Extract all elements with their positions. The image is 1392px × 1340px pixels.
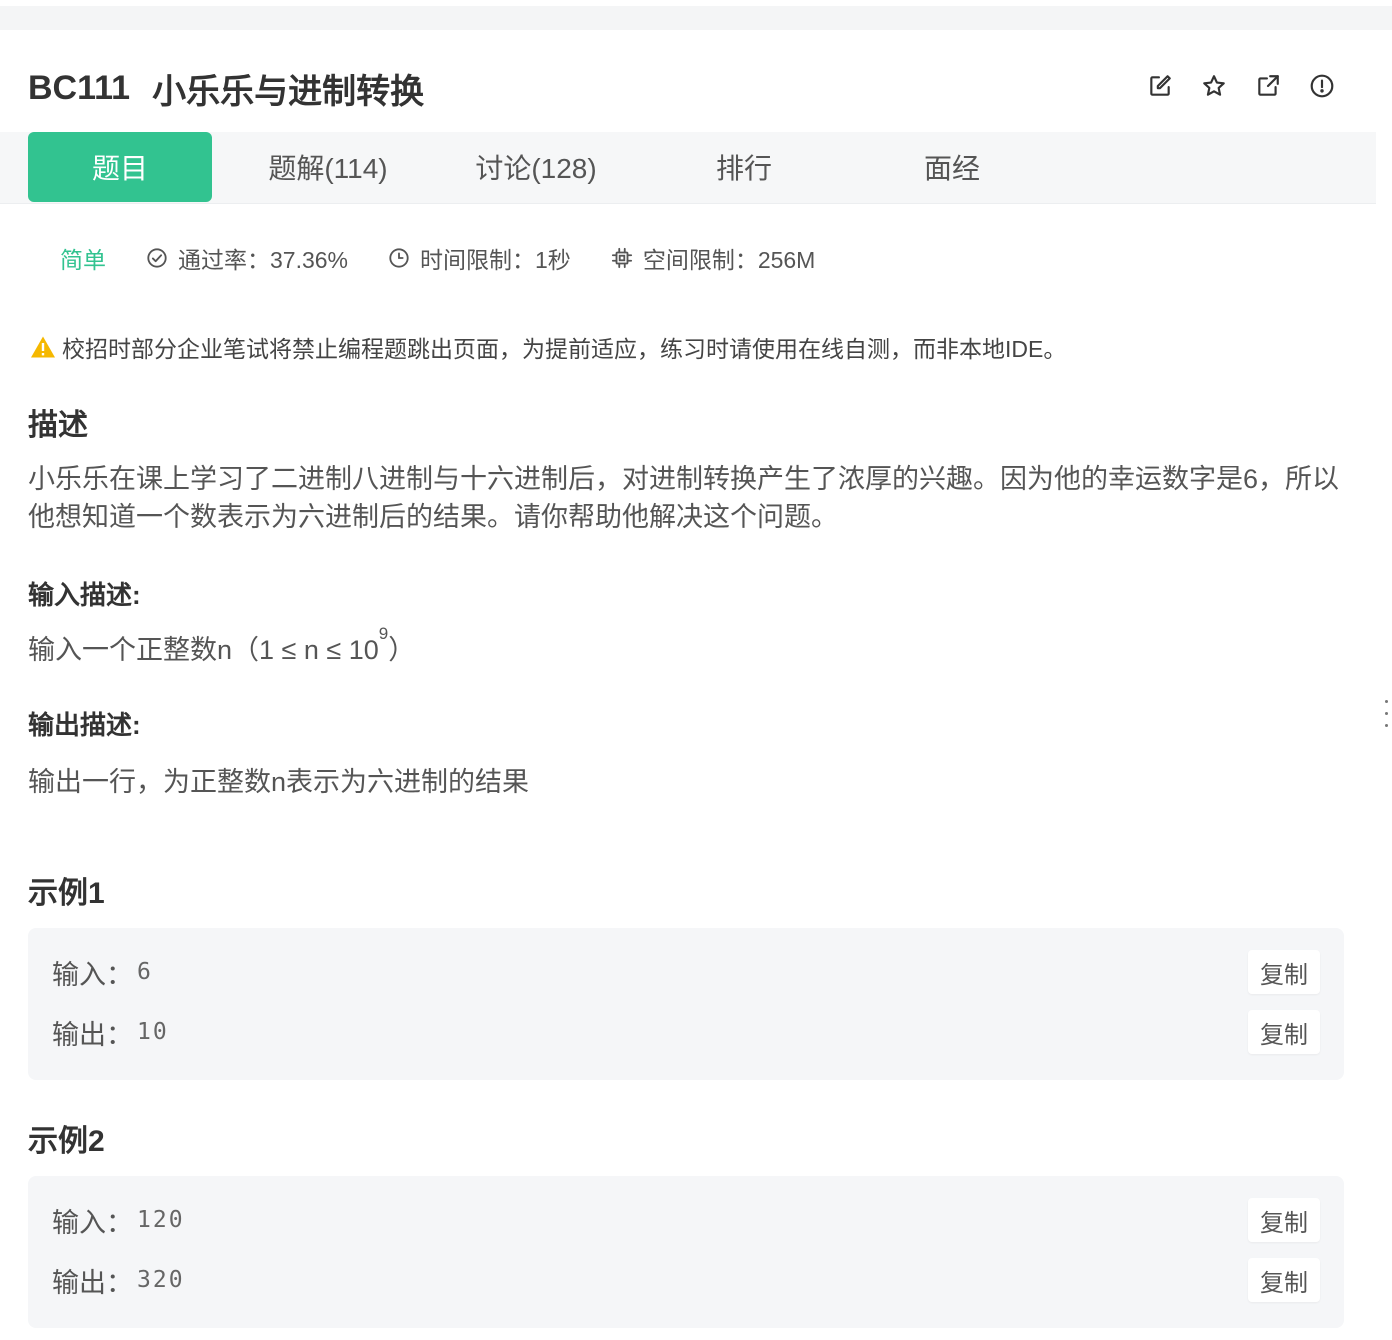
output-desc-text: 输出一行，为正整数n表示为六进制的结果 bbox=[28, 767, 530, 797]
exam-notice: 校招时部分企业笔试将禁止编程题跳出页面，为提前适应，练习时请使用在线自测，而非本… bbox=[30, 330, 1066, 364]
top-strip bbox=[0, 0, 1392, 30]
description-heading: 描述 bbox=[28, 409, 88, 442]
example-2-heading: 示例2 bbox=[28, 1125, 105, 1158]
copy-output-button[interactable]: 复制 bbox=[1248, 1010, 1320, 1054]
difficulty-badge: 简单 bbox=[60, 247, 106, 273]
star-icon[interactable] bbox=[1200, 72, 1228, 100]
output-value[interactable]: 10 bbox=[137, 1019, 169, 1045]
pass-rate-text: 通过率：37.36% bbox=[178, 247, 349, 273]
input-label: 输入： bbox=[52, 1207, 133, 1238]
input-value[interactable]: 6 bbox=[137, 959, 153, 985]
time-limit-text: 时间限制：1秒 bbox=[420, 247, 571, 273]
output-value[interactable]: 320 bbox=[137, 1267, 185, 1293]
warning-icon bbox=[31, 336, 55, 358]
example-2-box: 输入： 120 复制 输出： 320 复制 bbox=[28, 1176, 1344, 1328]
edit-icon[interactable] bbox=[1146, 72, 1174, 100]
problem-id: BC111 bbox=[28, 68, 131, 107]
chip-icon bbox=[611, 247, 632, 269]
example-1-input: 输入： 6 bbox=[52, 950, 153, 994]
problem-panel: BC111 小乐乐与进制转换 题目 题解(114) 讨论(128) 排行 面经 … bbox=[0, 30, 1376, 1340]
page-title: BC111 小乐乐与进制转换 bbox=[28, 68, 424, 111]
clock-icon bbox=[389, 248, 409, 268]
check-circle-icon bbox=[147, 248, 167, 268]
output-label: 输出： bbox=[52, 1019, 133, 1050]
pass-rate: 通过率：37.36% bbox=[146, 241, 348, 275]
memory-limit-text: 空间限制：256M bbox=[642, 247, 816, 273]
tab-ranking[interactable]: 排行 bbox=[654, 132, 834, 202]
copy-input-button[interactable]: 复制 bbox=[1248, 1198, 1320, 1242]
external-link-icon[interactable] bbox=[1254, 72, 1282, 100]
example-1-output: 输出： 10 bbox=[52, 1010, 169, 1054]
example-2-output: 输出： 320 bbox=[52, 1258, 185, 1302]
example-1-heading: 示例1 bbox=[28, 877, 105, 910]
output-label: 输出： bbox=[52, 1267, 133, 1298]
input-value[interactable]: 120 bbox=[137, 1207, 185, 1233]
tab-solutions[interactable]: 题解(114) bbox=[238, 132, 418, 202]
problem-name: 小乐乐与进制转换 bbox=[152, 72, 425, 111]
copy-output-button[interactable]: 复制 bbox=[1248, 1258, 1320, 1302]
example-1-box: 输入： 6 复制 输出： 10 复制 bbox=[28, 928, 1344, 1080]
report-icon[interactable] bbox=[1308, 72, 1336, 100]
output-desc-heading: 输出描述: bbox=[28, 710, 141, 740]
copy-input-button[interactable]: 复制 bbox=[1248, 950, 1320, 994]
input-desc-text: 输入一个正整数n（1 ≤ n ≤ 109） bbox=[28, 624, 416, 665]
description-text: 小乐乐在课上学习了二进制八进制与十六进制后，对进制转换产生了浓厚的兴趣。因为他的… bbox=[28, 464, 1340, 532]
problem-meta: 简单 通过率：37.36% 时间限制：1秒 空间限制：256M bbox=[60, 240, 855, 276]
memory-limit: 空间限制：256M bbox=[611, 241, 816, 275]
tab-discussion[interactable]: 讨论(128) bbox=[446, 132, 626, 202]
tab-interview[interactable]: 面经 bbox=[862, 132, 1042, 202]
example-2-input: 输入： 120 bbox=[52, 1198, 185, 1242]
tab-bar: 题目 题解(114) 讨论(128) 排行 面经 bbox=[0, 132, 1376, 204]
panel-resize-handle[interactable] bbox=[1385, 700, 1389, 736]
time-limit: 时间限制：1秒 bbox=[388, 241, 571, 275]
notice-text: 校招时部分企业笔试将禁止编程题跳出页面，为提前适应，练习时请使用在线自测，而非本… bbox=[62, 336, 1067, 362]
input-label: 输入： bbox=[52, 959, 133, 990]
tab-problem[interactable]: 题目 bbox=[28, 132, 212, 202]
input-desc-heading: 输入描述: bbox=[28, 580, 141, 610]
title-actions bbox=[1146, 72, 1336, 100]
